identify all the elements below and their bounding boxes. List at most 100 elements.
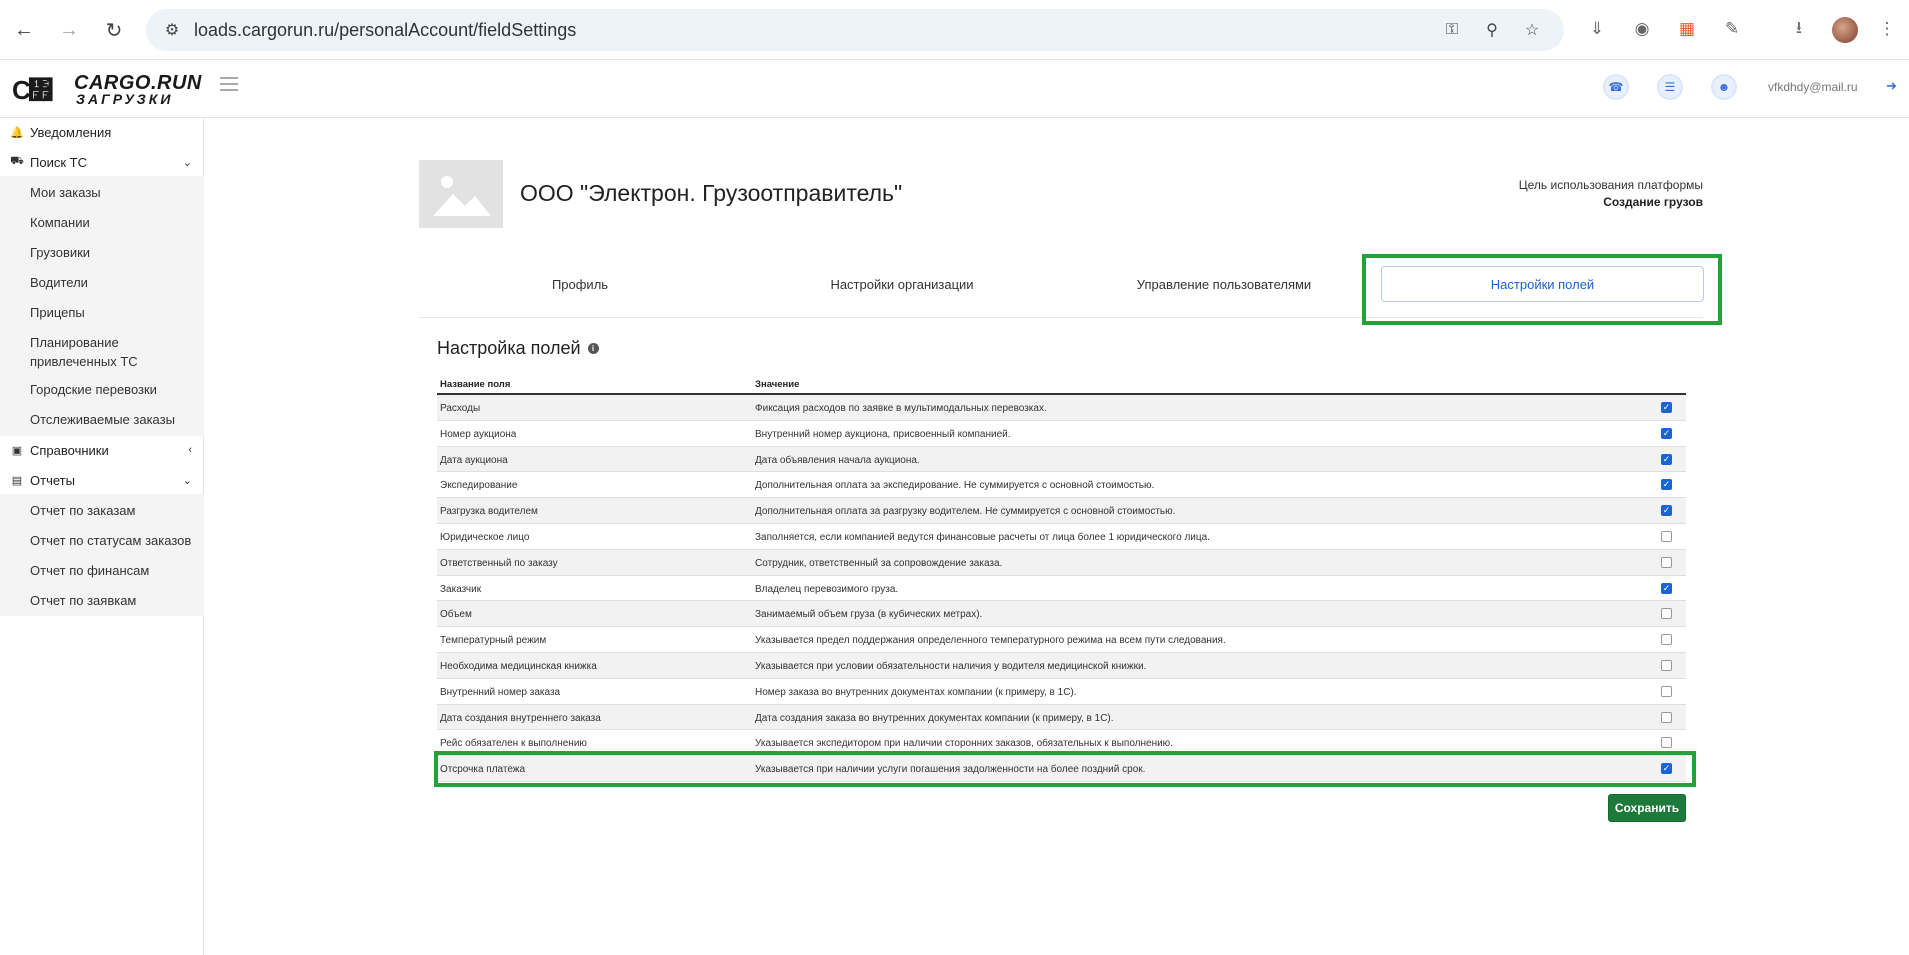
- field-enabled-checkbox[interactable]: [1661, 659, 1672, 671]
- field-description: Указывается экспедитором при наличии сто…: [755, 738, 1173, 750]
- sidebar-item-planning[interactable]: Планирование привлеченных ТС: [30, 333, 170, 371]
- table-row: Номер аукциона Внутренний номер аукциона,…: [437, 421, 1686, 447]
- field-description: Занимаемый объем груза (в кубических мет…: [755, 609, 983, 621]
- hamburger-menu-icon[interactable]: [220, 77, 238, 93]
- key-icon[interactable]: ⚿: [1440, 19, 1464, 41]
- purpose-label: Цель использования платформы: [1518, 178, 1703, 192]
- sidebar-item-city-transport[interactable]: Городские перевозки: [30, 380, 157, 399]
- field-enabled-checkbox[interactable]: ✓: [1661, 479, 1672, 491]
- sidebar-item-reports[interactable]: ▤ Отчеты ⌄: [0, 466, 204, 494]
- tab-organization-settings[interactable]: Настройки организации: [741, 266, 1063, 302]
- sidebar-item-label: Справочники: [30, 442, 109, 458]
- sidebar-item-drivers[interactable]: Водители: [30, 273, 88, 292]
- field-enabled-checkbox[interactable]: [1661, 530, 1672, 542]
- table-row: Заказчик Владелец перевозимого груза. ✓: [437, 576, 1686, 602]
- sidebar-item-report-finance[interactable]: Отчет по финансам: [30, 561, 149, 580]
- downloads-icon[interactable]: ⭳: [1787, 17, 1811, 41]
- logout-icon[interactable]: ➜: [1886, 78, 1897, 94]
- forward-icon[interactable]: →: [57, 13, 81, 47]
- sidebar-item-notifications[interactable]: 🔔 Уведомления: [0, 118, 204, 146]
- table-row: Дата аукциона Дата объявления начала аукц…: [437, 446, 1686, 473]
- puzzle-icon[interactable]: ✎: [1720, 17, 1744, 41]
- field-description: Владелец перевозимого груза.: [755, 583, 899, 595]
- search-ts-submenu: Мои заказы Компании Грузовики Водители П…: [0, 176, 204, 436]
- bookmark-star-icon[interactable]: ☆: [1520, 19, 1544, 41]
- tab-profile[interactable]: Профиль: [419, 266, 741, 302]
- sidebar: 🔔 Уведомления ⛟ Поиск ТС ⌄ Мои заказы Ко…: [0, 118, 204, 955]
- column-header-name: Название поля: [440, 379, 511, 390]
- field-description: Указывается при условии обязательности н…: [755, 660, 1147, 672]
- chevron-left-icon: ‹: [188, 444, 192, 456]
- field-name: Разгрузка водителем: [440, 506, 538, 518]
- back-icon[interactable]: ←: [12, 13, 36, 47]
- field-enabled-checkbox[interactable]: [1661, 685, 1672, 697]
- field-enabled-checkbox[interactable]: ✓: [1661, 505, 1672, 517]
- field-enabled-checkbox[interactable]: [1661, 737, 1672, 749]
- fields-table: Название поля Значение Расходы Фиксация р…: [437, 375, 1686, 782]
- layout-extension-icon[interactable]: ▦: [1675, 17, 1699, 41]
- field-name: Дата аукциона: [440, 454, 508, 466]
- url-text[interactable]: loads.cargorun.ru/personalAccount/fieldS…: [194, 20, 576, 41]
- zoom-icon[interactable]: ⚲: [1480, 19, 1504, 41]
- sidebar-item-label: Отчеты: [30, 472, 75, 488]
- field-name: Ответственный по заказу: [440, 557, 558, 569]
- field-enabled-checkbox[interactable]: [1661, 608, 1672, 620]
- field-name: Экспедирование: [440, 480, 518, 492]
- site-settings-icon[interactable]: ⚙: [160, 18, 184, 42]
- sidebar-item-label: Поиск ТС: [30, 154, 87, 170]
- field-enabled-checkbox[interactable]: ✓: [1661, 427, 1672, 439]
- book-icon: ▣: [11, 444, 23, 457]
- column-header-value: Значение: [755, 379, 800, 390]
- reports-submenu: Отчет по заказам Отчет по статусам заказ…: [0, 494, 204, 616]
- field-enabled-checkbox[interactable]: [1661, 556, 1672, 568]
- menu-dots-icon[interactable]: ⋮: [1875, 17, 1899, 41]
- user-settings-icon[interactable]: ☻: [1711, 74, 1737, 100]
- tab-user-management[interactable]: Управление пользователями: [1063, 266, 1385, 302]
- sidebar-item-report-requests[interactable]: Отчет по заявкам: [30, 591, 136, 610]
- chevron-down-icon: ⌄: [182, 474, 192, 487]
- field-name: Дата создания внутреннего заказа: [440, 712, 601, 724]
- truck-icon: ⛟: [10, 155, 24, 167]
- info-icon[interactable]: i: [587, 343, 599, 354]
- reload-icon[interactable]: ↻: [102, 13, 126, 47]
- field-name: Внутренний номер заказа: [440, 686, 561, 698]
- sidebar-item-trailers[interactable]: Прицепы: [30, 303, 85, 322]
- support-icon[interactable]: ☎: [1603, 74, 1629, 100]
- chevron-down-icon: ⌄: [182, 156, 192, 169]
- profile-avatar[interactable]: [1832, 17, 1858, 43]
- sidebar-item-my-orders[interactable]: Мои заказы: [30, 183, 101, 202]
- sidebar-item-directories[interactable]: ▣ Справочники ‹: [0, 436, 204, 464]
- field-enabled-checkbox[interactable]: [1661, 711, 1672, 723]
- table-row: Температурный режим Указывается предел по…: [437, 627, 1686, 653]
- field-enabled-checkbox[interactable]: ✓: [1661, 582, 1672, 594]
- highlight-box-tab: [1362, 254, 1722, 325]
- field-description: Дополнительная оплата за экспедирование.…: [755, 480, 1155, 492]
- table-body: Расходы Фиксация расходов по заявке в мул…: [437, 395, 1686, 782]
- field-enabled-checkbox[interactable]: [1661, 634, 1672, 646]
- field-enabled-checkbox[interactable]: ✓: [1661, 402, 1672, 413]
- company-logo-placeholder: [419, 160, 503, 228]
- save-button[interactable]: Сохранить: [1608, 794, 1686, 822]
- address-bar[interactable]: ⚙ loads.cargorun.ru/personalAccount/fiel…: [146, 9, 1564, 51]
- sidebar-item-companies[interactable]: Компании: [30, 213, 90, 232]
- field-name: Номер аукциона: [440, 428, 517, 440]
- sidebar-item-tracked-orders[interactable]: Отслеживаемые заказы: [30, 410, 175, 429]
- list-icon[interactable]: ☰: [1657, 74, 1683, 100]
- field-enabled-checkbox[interactable]: ✓: [1661, 453, 1672, 465]
- table-row: Объем Занимаемый объем груза (в кубически…: [437, 601, 1686, 628]
- sidebar-item-report-statuses[interactable]: Отчет по статусам заказов: [30, 531, 191, 550]
- bell-icon: 🔔: [10, 126, 24, 139]
- logo[interactable]: C᏿ CARGO.RUN ЗАГРУЗКИ: [12, 72, 201, 108]
- section-title: Настройка полей i: [437, 338, 599, 359]
- user-email[interactable]: vfkdhdy@mail.ru: [1768, 80, 1858, 94]
- field-name: Температурный режим: [440, 635, 547, 647]
- sidebar-item-report-orders[interactable]: Отчет по заказам: [30, 501, 135, 520]
- sidebar-item-trucks[interactable]: Грузовики: [30, 243, 90, 262]
- field-description: Дата объявления начала аукциона.: [755, 454, 920, 466]
- download-extension-icon[interactable]: ⇓: [1585, 17, 1609, 41]
- logo-mark-icon: C᏿: [12, 75, 54, 105]
- globe-extension-icon[interactable]: ◉: [1630, 17, 1654, 41]
- field-description: Фиксация расходов по заявке в мультимода…: [755, 403, 1047, 414]
- sidebar-item-search-ts[interactable]: ⛟ Поиск ТС ⌄: [0, 148, 204, 176]
- field-description: Заполняется, если компанией ведутся фина…: [755, 531, 1210, 543]
